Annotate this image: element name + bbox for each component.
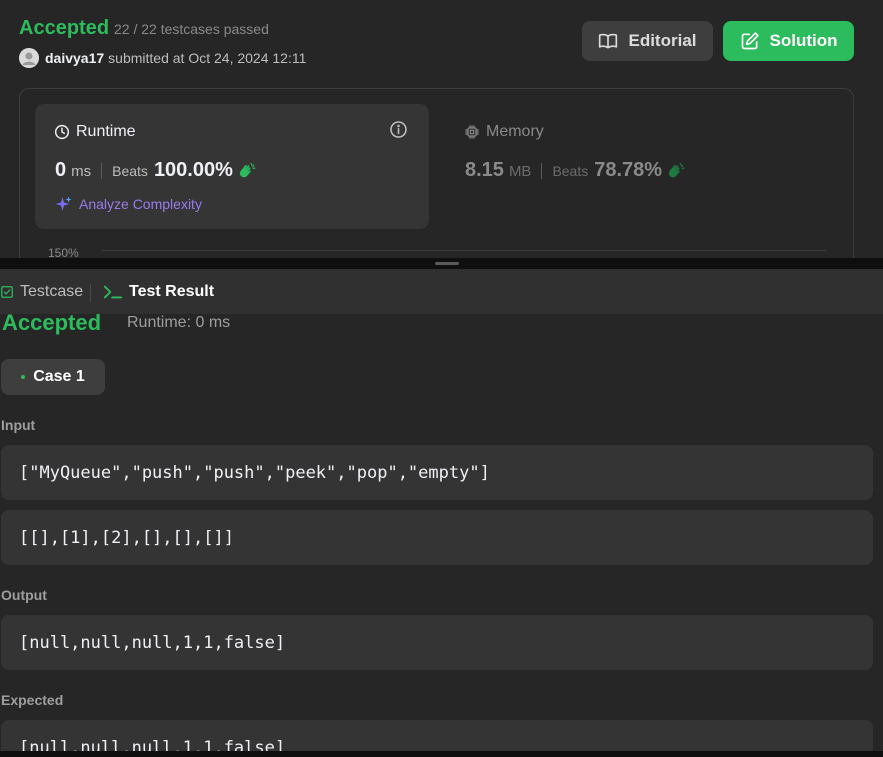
pane-resize-divider[interactable] — [0, 258, 883, 269]
testcases-passed-count: 22 / 22 testcases passed — [114, 21, 269, 37]
memory-value: 8.15 — [465, 159, 504, 181]
clapping-hands-icon — [669, 162, 685, 177]
case-1-label: Case 1 — [33, 368, 85, 385]
runtime-beats-value: 100.00% — [153, 159, 233, 181]
output-section-label: Output — [1, 587, 47, 603]
chart-gridline — [102, 250, 826, 251]
memory-unit: MB — [508, 163, 532, 180]
runtime-metric: 0 ms Beats 100.00% — [55, 159, 257, 182]
info-icon[interactable] — [389, 120, 408, 139]
sparkle-icon — [55, 196, 72, 211]
submission-detail-pane: Accepted 22 / 22 testcases passed daivya… — [0, 0, 883, 258]
memory-heading: Memory — [464, 123, 544, 141]
edit-icon — [741, 32, 759, 50]
console-tab-bar: Testcase Test Result — [0, 269, 883, 314]
memory-beats-label: Beats — [552, 163, 589, 179]
chip-icon — [465, 125, 479, 139]
memory-beats-value: 78.78% — [594, 159, 663, 181]
submitted-at: submitted at Oct 24, 2024 12:11 — [108, 50, 307, 66]
analyze-complexity-link[interactable]: Analyze Complexity — [55, 195, 202, 213]
submission-status: Accepted — [19, 17, 110, 39]
editorial-button-label: Editorial — [628, 31, 697, 50]
metric-divider — [541, 162, 543, 179]
tab-test-result[interactable]: Test Result — [103, 283, 214, 301]
user-avatar-icon — [19, 48, 39, 68]
clapping-hands-icon — [239, 162, 256, 177]
memory-metric: 8.15 MB Beats 78.78% — [465, 159, 686, 182]
solution-button[interactable]: Solution — [723, 21, 854, 61]
tab-test-result-label: Test Result — [129, 283, 215, 300]
runtime-unit: ms — [71, 163, 92, 180]
resize-handle[interactable] — [435, 262, 459, 265]
result-runtime: Runtime: 0 ms — [127, 314, 231, 331]
runtime-heading-label: Runtime — [76, 123, 136, 140]
memory-heading-label: Memory — [486, 123, 544, 140]
tab-divider — [90, 284, 91, 302]
clock-icon — [54, 124, 70, 140]
input-section-label: Input — [1, 417, 36, 433]
terminal-prompt-icon — [103, 285, 123, 299]
leetcode-submission-screen: Accepted 22 / 22 testcases passed daivya… — [0, 0, 883, 757]
input-value-box: [[],[1],[2],[],[],[]] — [1, 510, 873, 565]
tab-testcase[interactable]: Testcase — [0, 283, 83, 301]
avatar[interactable] — [19, 48, 39, 68]
editorial-button[interactable]: Editorial — [582, 21, 713, 61]
analyze-complexity-label: Analyze Complexity — [79, 196, 202, 212]
case-1-tab[interactable]: Case 1 — [1, 359, 105, 395]
expected-section-label: Expected — [1, 692, 64, 708]
chart-axis-label: 150% — [48, 246, 79, 258]
runtime-beats-label: Beats — [112, 163, 148, 179]
input-value-box: ["MyQueue","push","push","peek","pop","e… — [1, 445, 873, 500]
username-link[interactable]: daivya17 — [45, 50, 104, 66]
tab-testcase-label: Testcase — [20, 283, 84, 300]
case-pass-dot — [21, 375, 26, 379]
test-result-pane: Accepted Runtime: 0 ms Case 1 Input ["My… — [0, 314, 883, 757]
book-open-icon — [599, 33, 618, 49]
runtime-card[interactable]: Runtime 0 ms Beats 100.00% Analyze Compl… — [35, 104, 429, 229]
submitter-info: daivya17 submitted at Oct 24, 2024 12:11 — [45, 50, 306, 66]
solution-button-label: Solution — [769, 31, 838, 50]
output-value-box: [null,null,null,1,1,false] — [1, 615, 873, 670]
metric-divider — [101, 162, 103, 179]
runtime-value: 0 — [55, 159, 67, 181]
window-bottom-edge — [0, 751, 883, 757]
runtime-heading: Runtime — [54, 123, 136, 141]
result-status: Accepted — [2, 314, 102, 335]
checkbox-icon — [1, 286, 13, 298]
